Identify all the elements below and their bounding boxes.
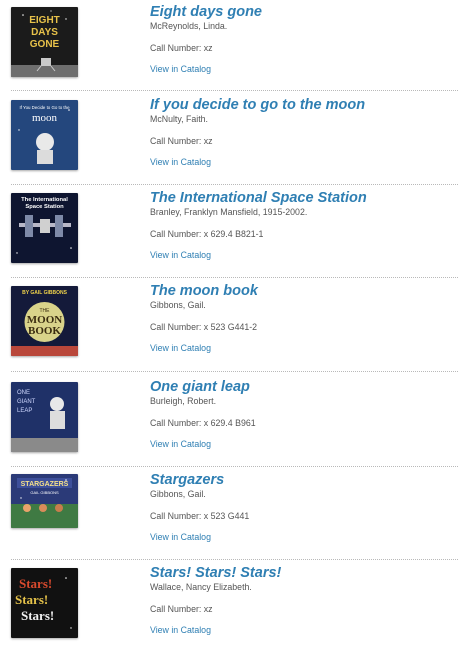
view-in-catalog-link[interactable]: View in Catalog	[150, 250, 211, 261]
book-author: McReynolds, Linda.	[150, 21, 228, 31]
call-number: Call Number: xz	[150, 136, 213, 146]
book-title-link[interactable]: Eight days gone	[150, 4, 262, 21]
view-in-catalog-link[interactable]: View in Catalog	[150, 343, 211, 354]
call-number: Call Number: xz	[150, 43, 213, 53]
cover-text: EIGHT	[29, 15, 60, 26]
call-number: Call Number: x 523 G441-2	[150, 322, 258, 332]
cover-text: LEAP	[17, 408, 32, 414]
divider	[11, 277, 458, 278]
book-cover-image[interactable]: EIGHT DAYS GONE	[11, 7, 78, 77]
book-title-link[interactable]: The moon book	[150, 283, 258, 300]
cover-text: GONE	[30, 39, 60, 50]
book-title-link[interactable]: The International Space Station	[150, 190, 367, 207]
cover-art: ONE GIANT LEAP	[11, 382, 78, 452]
divider	[11, 90, 458, 91]
divider	[11, 371, 458, 372]
divider	[11, 559, 458, 560]
cover-text: Stars!	[19, 576, 52, 591]
book-author: Wallace, Nancy Elizabeth.	[150, 582, 252, 592]
call-number: Call Number: x 629.4 B821-1	[150, 229, 264, 239]
book-cover-image[interactable]: STARGAZERS GAIL GIBBONS	[11, 474, 78, 528]
cover-text: DAYS	[31, 27, 58, 38]
book-title-link[interactable]: One giant leap	[150, 379, 250, 396]
divider	[11, 184, 458, 185]
cover-art: STARGAZERS GAIL GIBBONS	[11, 474, 78, 528]
cover-art: If You Decide to Go to the moon	[11, 100, 78, 170]
call-number: Call Number: xz	[150, 604, 213, 614]
cover-text: Stars!	[15, 592, 48, 607]
cover-text: If You Decide to Go to the	[19, 105, 70, 110]
call-number: Call Number: x 629.4 B961	[150, 418, 256, 428]
book-title-link[interactable]: Stars! Stars! Stars!	[150, 565, 281, 582]
cover-art: Stars! Stars! Stars!	[11, 568, 78, 638]
book-title-link[interactable]: Stargazers	[150, 472, 224, 489]
view-in-catalog-link[interactable]: View in Catalog	[150, 532, 211, 543]
cover-text: STARGAZERS	[21, 481, 69, 488]
divider	[11, 466, 458, 467]
cover-art: EIGHT DAYS GONE	[11, 7, 78, 77]
book-title-link[interactable]: If you decide to go to the moon	[150, 97, 365, 114]
book-author: Gibbons, Gail.	[150, 300, 206, 310]
book-author: Burleigh, Robert.	[150, 396, 217, 406]
view-in-catalog-link[interactable]: View in Catalog	[150, 439, 211, 450]
cover-text: The International	[21, 197, 68, 203]
cover-text: GIANT	[17, 399, 36, 405]
book-cover-image[interactable]: BY GAIL GIBBONS THE MOON BOOK	[11, 286, 78, 356]
book-author: Gibbons, Gail.	[150, 489, 206, 499]
view-in-catalog-link[interactable]: View in Catalog	[150, 64, 211, 75]
book-author: Branley, Franklyn Mansfield, 1915-2002.	[150, 207, 308, 217]
cover-text: GAIL GIBBONS	[30, 490, 59, 495]
book-cover-image[interactable]: ONE GIANT LEAP	[11, 382, 78, 452]
call-number: Call Number: x 523 G441	[150, 511, 250, 521]
cover-text: Space Station	[25, 204, 64, 210]
cover-art: BY GAIL GIBBONS THE MOON BOOK	[11, 286, 78, 356]
view-in-catalog-link[interactable]: View in Catalog	[150, 157, 211, 168]
book-author: McNulty, Faith.	[150, 114, 209, 124]
cover-art: The International Space Station	[11, 193, 78, 263]
book-cover-image[interactable]: The International Space Station	[11, 193, 78, 263]
cover-text: BOOK	[28, 325, 61, 337]
cover-text: ONE	[17, 390, 30, 396]
book-cover-image[interactable]: If You Decide to Go to the moon	[11, 100, 78, 170]
cover-text: moon	[32, 112, 58, 124]
cover-text: BY GAIL GIBBONS	[22, 290, 67, 296]
cover-text: Stars!	[21, 608, 54, 623]
book-cover-image[interactable]: Stars! Stars! Stars!	[11, 568, 78, 638]
view-in-catalog-link[interactable]: View in Catalog	[150, 625, 211, 636]
